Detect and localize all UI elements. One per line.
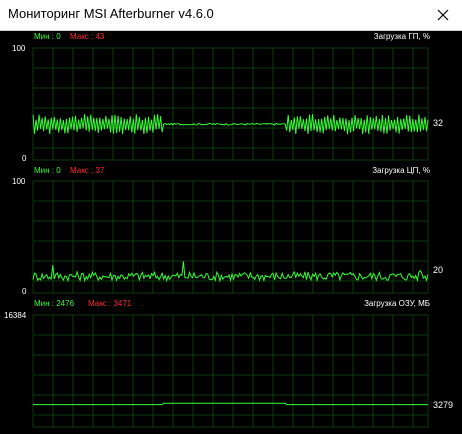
close-icon [437,9,449,21]
cpu-load-graph [32,180,429,294]
title-bar: Мониторинг MSI Afterburner v4.6.0 [0,0,462,31]
cpu-load-pane: Мин : 0 Макс : 37 Загрузка ЦП, % 100 0 2… [0,163,462,299]
graph-series-line [32,261,429,283]
graph-series-line [32,114,429,135]
graph-frame [32,314,429,428]
close-button[interactable] [432,4,454,26]
window-title: Мониторинг MSI Afterburner v4.6.0 [8,6,214,21]
gpu-load-pane: Мин : 0 Макс : 43 Загрузка ГП, % 100 0 3… [0,30,462,168]
graph-frame [32,47,429,161]
ram-load-graph [32,314,429,428]
ram-load-pane: Мин : 2476 Макс : 3471 Загрузка ОЗУ, МБ … [0,295,462,434]
graph-series-line [33,402,428,406]
gpu-load-graph [32,47,429,161]
